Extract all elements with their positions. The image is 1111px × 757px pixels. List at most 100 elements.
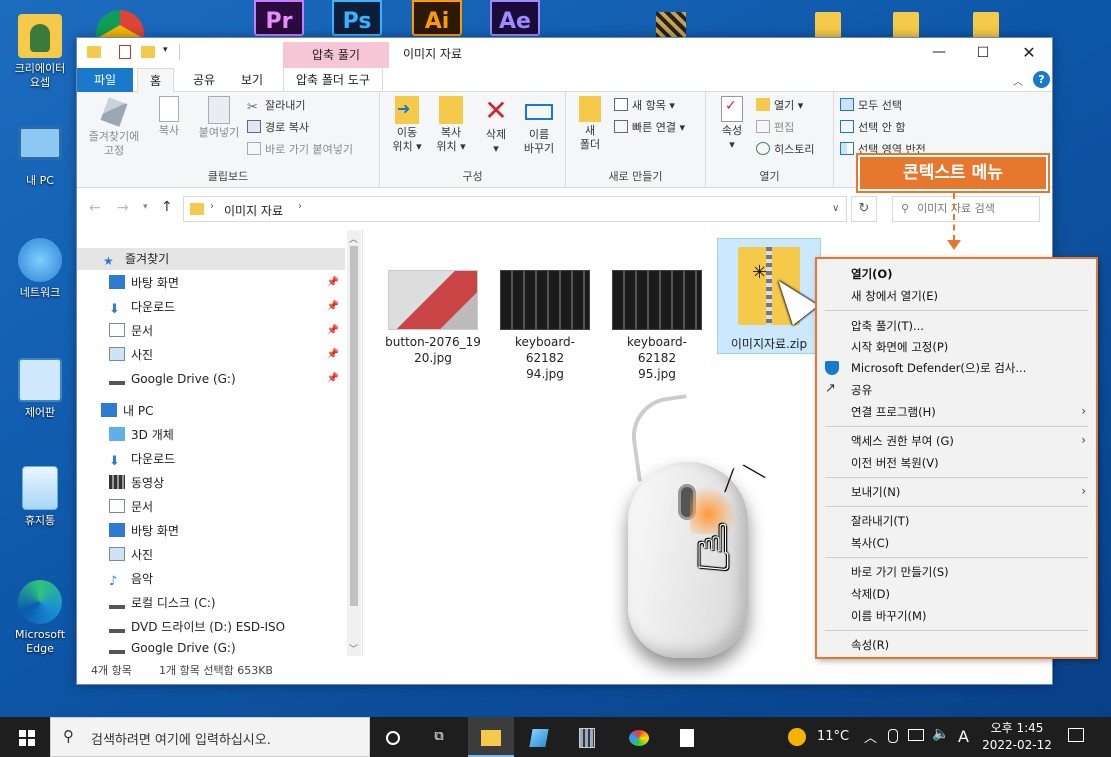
nav-item-videos[interactable]: 동영상	[77, 472, 345, 494]
nav-item-local-disk[interactable]: 로컬 디스크 (C:)	[77, 592, 345, 614]
pin-quick-access-button[interactable]: 즐겨찾기에 고정	[83, 96, 145, 158]
desktop-icon-network[interactable]: 네트워크	[5, 238, 75, 300]
network-icon[interactable]	[908, 729, 924, 741]
nav-item-documents[interactable]: 문서 📌	[77, 320, 345, 342]
notification-icon[interactable]	[1068, 728, 1084, 742]
pin-icon[interactable]: 📌	[327, 296, 339, 318]
nav-scrollbar[interactable]: ︿ ﹀	[347, 230, 361, 656]
nav-quick-access[interactable]: ★ 즐겨찾기	[77, 248, 345, 270]
nav-item-desktop[interactable]: 바탕 화면 📌	[77, 272, 345, 294]
rename-button[interactable]: 이름 바꾸기	[516, 96, 562, 156]
copy-button[interactable]: 복사	[149, 96, 189, 138]
close-button[interactable]: ✕	[1007, 38, 1051, 68]
maximize-button[interactable]: ☐	[961, 38, 1005, 68]
menu-item-copy[interactable]: 복사(C)	[851, 532, 889, 554]
collapse-ribbon-icon[interactable]: ︿	[1013, 73, 1023, 88]
task-view-button[interactable]: ⧉	[416, 717, 462, 757]
meet-now-icon[interactable]	[888, 729, 898, 743]
paste-button[interactable]: 붙여넣기	[193, 96, 245, 140]
move-to-button[interactable]: ➜ 이동 위치 ▾	[386, 96, 428, 154]
nav-item-downloads[interactable]: ⬇ 다운로드	[77, 448, 345, 470]
desktop-icon-edge[interactable]: Microsoft Edge	[5, 580, 75, 656]
paste-shortcut-button[interactable]: 바로 가기 붙여넣기	[247, 140, 353, 160]
search-input[interactable]: ⚲ 이미지 자료 검색	[892, 196, 1040, 222]
taskbar-search-input[interactable]: ⚲ 검색하려면 여기에 입력하십시오.	[50, 717, 370, 757]
pin-icon[interactable]: 📌	[327, 344, 339, 366]
copy-to-button[interactable]: 복사 위치 ▾	[430, 96, 472, 154]
tray-chevron-icon[interactable]: ︿	[864, 727, 877, 746]
taskbar-document[interactable]	[664, 717, 710, 757]
file-item[interactable]: keyboard-62182 94.jpg	[497, 270, 593, 382]
nav-item-dvd-drive[interactable]: DVD 드라이브 (D:) ESD-ISO	[77, 616, 345, 638]
scroll-up-icon[interactable]: ︿	[349, 232, 358, 245]
menu-item-create-shortcut[interactable]: 바로 가기 만들기(S)	[851, 561, 949, 583]
premiere-icon[interactable]: Pr	[254, 0, 304, 36]
new-folder-icon[interactable]	[141, 46, 155, 58]
menu-item-properties[interactable]: 속성(R)	[851, 634, 889, 656]
nav-item-documents[interactable]: 문서	[77, 496, 345, 518]
nav-this-pc[interactable]: 내 PC	[77, 400, 345, 422]
photoshop-icon[interactable]: Ps	[332, 0, 382, 36]
scroll-thumb[interactable]	[350, 246, 358, 606]
menu-item-restore-versions[interactable]: 이전 버전 복원(V)	[851, 452, 939, 474]
nav-item-pictures[interactable]: 사진	[77, 544, 345, 566]
recent-chevron-icon[interactable]: ▾	[143, 202, 148, 212]
nav-item-music[interactable]: ♪ 음악	[77, 568, 345, 590]
tab-home[interactable]: 홈	[137, 68, 175, 92]
desktop-icon-recycle-bin[interactable]: 휴지통	[5, 466, 75, 528]
select-all-button[interactable]: 모두 선택	[840, 96, 902, 116]
cortana-button[interactable]	[370, 717, 416, 757]
taskbar-paint[interactable]	[616, 717, 662, 757]
breadcrumb[interactable]: 이미지 자료	[224, 202, 283, 219]
menu-item-defender-scan[interactable]: Microsoft Defender(으)로 검사...	[851, 357, 1026, 379]
delete-button[interactable]: ✕ 삭제 ▾	[478, 96, 514, 156]
refresh-button[interactable]: ↻	[851, 196, 877, 222]
easy-access-button[interactable]: 빠른 연결 ▾	[614, 118, 685, 138]
tab-share[interactable]: 공유	[181, 68, 227, 92]
back-icon[interactable]: ←	[89, 200, 101, 216]
folder-icon[interactable]	[893, 12, 919, 38]
file-item[interactable]: button-2076_19 20.jpg	[385, 270, 481, 366]
nav-item-google-drive[interactable]: Google Drive (G:) 📌	[77, 368, 345, 390]
help-icon[interactable]: ?	[1033, 71, 1050, 88]
folder-icon[interactable]	[815, 12, 841, 38]
chevron-down-icon[interactable]: ▾	[163, 45, 168, 55]
pin-icon[interactable]: 📌	[327, 272, 339, 294]
properties-icon[interactable]	[119, 45, 131, 59]
scroll-down-icon[interactable]: ﹀	[349, 642, 358, 655]
menu-item-open[interactable]: 열기(O)	[851, 263, 892, 285]
history-button[interactable]: 히스토리	[756, 140, 814, 160]
copy-path-button[interactable]: 경로 복사	[247, 118, 309, 138]
nav-item-3d-objects[interactable]: 3D 개체	[77, 424, 345, 446]
weather-temp[interactable]: 11°C	[817, 729, 849, 744]
nav-item-pictures[interactable]: 사진 📌	[77, 344, 345, 366]
menu-item-share[interactable]: 공유	[851, 379, 872, 401]
menu-item-delete[interactable]: 삭제(D)	[851, 583, 890, 605]
cut-button[interactable]: ✂ 잘라내기	[247, 96, 305, 116]
edit-button[interactable]: 편집	[756, 118, 794, 138]
select-none-button[interactable]: 선택 안 함	[840, 118, 905, 138]
open-button[interactable]: 열기 ▾	[756, 96, 803, 116]
menu-item-open-new-window[interactable]: 새 창에서 열기(E)	[851, 285, 938, 307]
desktop-icon-this-pc[interactable]: 내 PC	[5, 126, 75, 188]
tab-view[interactable]: 보기	[229, 68, 275, 92]
properties-button[interactable]: ✓ 속성 ▾	[712, 96, 752, 152]
film-icon[interactable]	[656, 12, 686, 38]
clock[interactable]: 오후 1:45 2022-02-12	[980, 720, 1054, 754]
nav-item-desktop[interactable]: 바탕 화면	[77, 520, 345, 542]
menu-item-extract[interactable]: 압축 풀기(T)...	[851, 315, 924, 337]
start-button[interactable]	[4, 717, 50, 757]
chrome-icon[interactable]	[96, 10, 144, 40]
illustrator-icon[interactable]: Ai	[412, 0, 462, 36]
address-bar[interactable]: › 이미지 자료 › ∨	[183, 196, 847, 222]
pin-icon[interactable]: 📌	[327, 368, 339, 390]
address-dropdown-icon[interactable]: ∨	[832, 203, 839, 214]
ime-indicator[interactable]: A	[958, 727, 969, 746]
nav-item-google-drive[interactable]: Google Drive (G:)	[77, 640, 345, 656]
desktop-icon-control-panel[interactable]: 제어판	[5, 358, 75, 420]
file-item[interactable]: keyboard-62182 95.jpg	[609, 270, 705, 382]
nav-item-downloads[interactable]: ⬇ 다운로드 📌	[77, 296, 345, 318]
context-tab-header[interactable]: 압축 풀기	[283, 42, 389, 68]
taskbar-file-explorer[interactable]	[468, 717, 514, 757]
menu-item-open-with[interactable]: 연결 프로그램(H)	[851, 401, 936, 423]
